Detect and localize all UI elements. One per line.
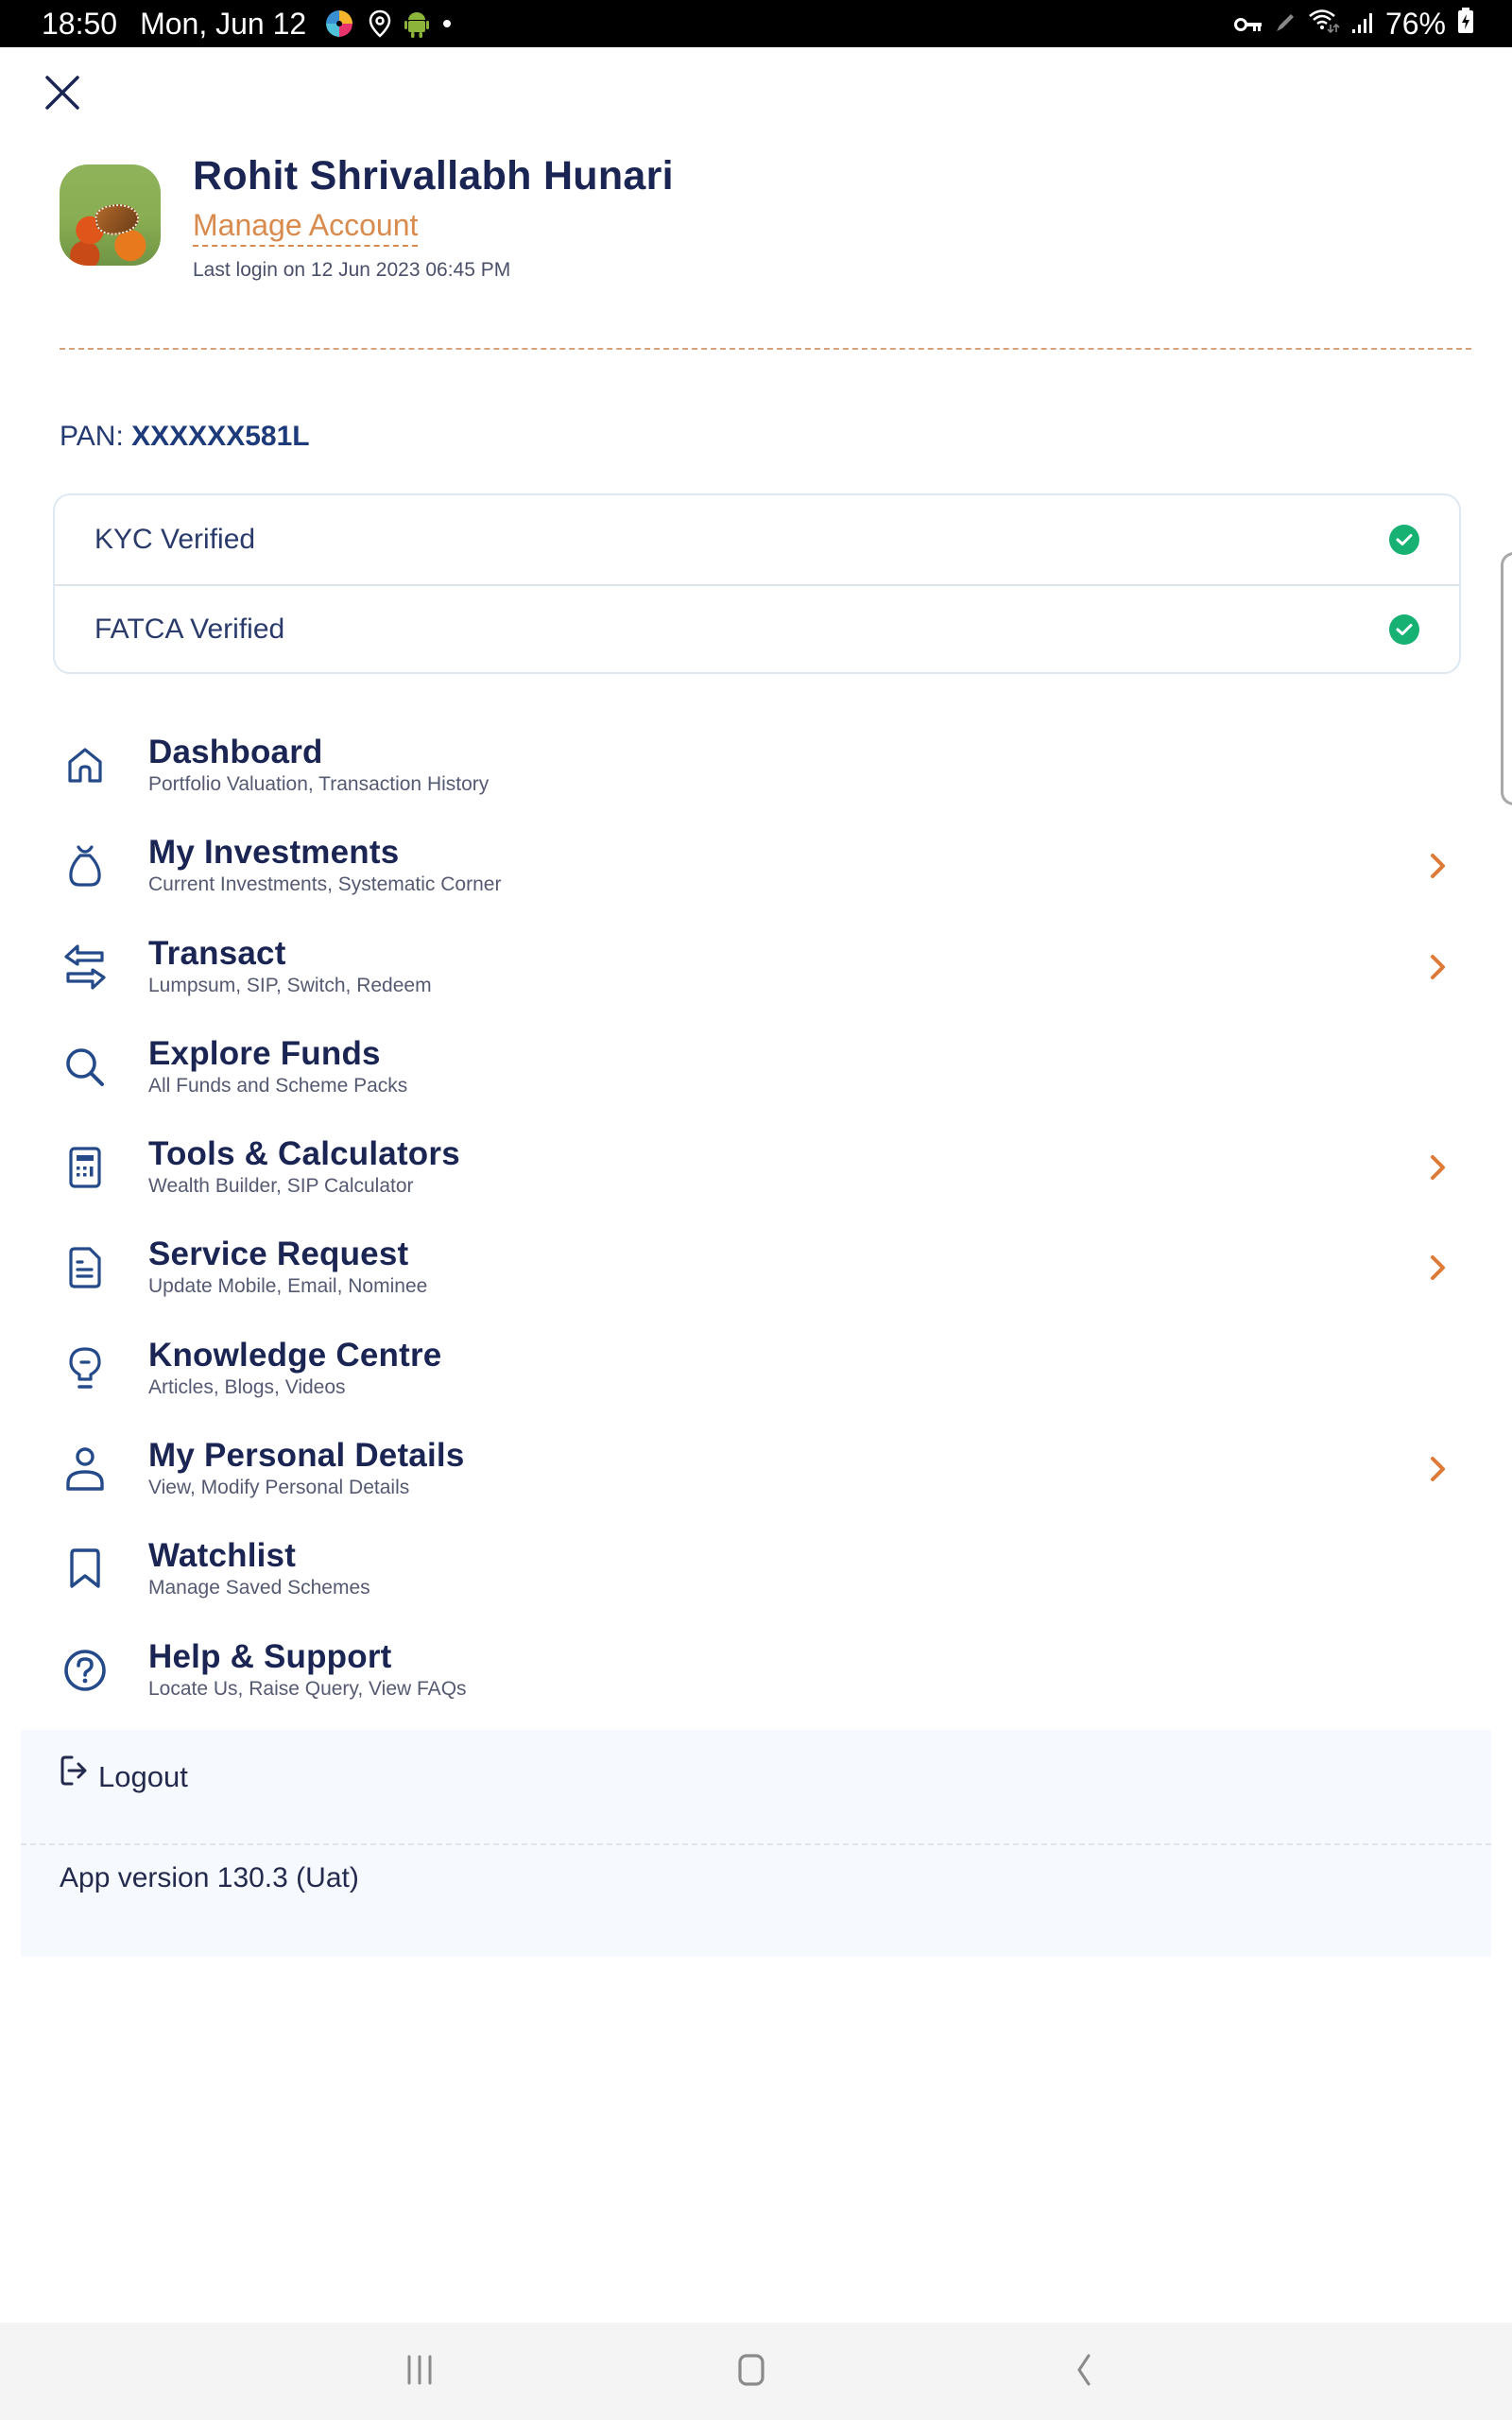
pan-value: XXXXXX581L <box>131 421 310 452</box>
avatar-butterfly-image <box>93 200 142 238</box>
menu-item-my-personal-details[interactable]: My Personal Details View, Modify Persona… <box>0 1431 1512 1531</box>
back-button[interactable] <box>1055 2342 1111 2398</box>
verification-label: FATCA Verified <box>94 614 285 645</box>
signal-icon <box>1351 7 1374 42</box>
recent-apps-button[interactable] <box>391 2342 448 2398</box>
menu-item-dashboard[interactable]: Dashboard Portfolio Valuation, Transacti… <box>0 728 1512 828</box>
menu-item-subtitle: Manage Saved Schemes <box>148 1577 370 1599</box>
menu-item-title: Service Request <box>148 1236 409 1273</box>
menu-item-subtitle: Update Mobile, Email, Nominee <box>148 1275 428 1298</box>
menu-item-tools-calculators[interactable]: Tools & Calculators Wealth Builder, SIP … <box>0 1130 1512 1230</box>
manage-account-link[interactable]: Manage Account <box>193 208 419 247</box>
menu-item-subtitle: Portfolio Valuation, Transaction History <box>148 773 490 795</box>
menu-item-my-investments[interactable]: My Investments Current Investments, Syst… <box>0 828 1512 928</box>
avatar <box>60 164 161 266</box>
location-pin-icon <box>369 9 391 38</box>
menu-item-explore-funds[interactable]: Explore Funds All Funds and Scheme Packs <box>0 1029 1512 1130</box>
pan-info: PAN: XXXXXX581L <box>60 421 310 453</box>
menu-item-title: Explore Funds <box>148 1034 381 1072</box>
lightbulb-icon <box>59 1342 112 1395</box>
drawer-footer: Logout App version 130.3 (Uat) <box>21 1730 1491 1957</box>
status-time: 18:50 <box>42 6 118 41</box>
menu-item-subtitle: All Funds and Scheme Packs <box>148 1074 408 1097</box>
app-version-text: App version 130.3 (Uat) <box>60 1862 359 1893</box>
home-icon <box>59 739 112 792</box>
logout-button[interactable]: Logout <box>59 1749 188 1794</box>
wifi-icon <box>1308 7 1340 42</box>
menu-item-transact[interactable]: Transact Lumpsum, SIP, Switch, Redeem <box>0 929 1512 1029</box>
status-bar: 18:50 Mon, Jun 12 76% <box>0 0 1512 47</box>
system-nav-bar <box>0 2323 1512 2420</box>
status-date: Mon, Jun 12 <box>140 6 307 41</box>
profile-divider <box>60 348 1471 350</box>
menu-item-knowledge-centre[interactable]: Knowledge Centre Articles, Blogs, Videos <box>0 1331 1512 1431</box>
battery-percentage: 76% <box>1384 6 1446 41</box>
menu-item-title: Help & Support <box>148 1637 392 1675</box>
money-bag-icon <box>59 839 112 892</box>
home-button-icon <box>738 2354 765 2386</box>
check-circle-icon <box>1389 525 1419 555</box>
document-icon <box>59 1241 112 1294</box>
calculator-icon <box>59 1141 112 1194</box>
menu-item-help-support[interactable]: Help & Support Locate Us, Raise Query, V… <box>0 1633 1512 1733</box>
search-icon <box>59 1041 112 1094</box>
bookmark-icon <box>59 1543 112 1596</box>
close-icon <box>45 76 79 110</box>
menu-item-subtitle: Current Investments, Systematic Corner <box>148 873 502 896</box>
chevron-right-icon <box>1431 1255 1445 1281</box>
fatca-verified-row: FATCA Verified <box>55 584 1459 673</box>
menu-item-service-request[interactable]: Service Request Update Mobile, Email, No… <box>0 1230 1512 1330</box>
home-button[interactable] <box>723 2342 780 2398</box>
kyc-verified-row: KYC Verified <box>55 495 1459 584</box>
menu-item-title: Transact <box>148 934 286 972</box>
vpn-key-icon <box>1233 7 1263 42</box>
chevron-right-icon <box>1431 854 1445 879</box>
app-logo-icon <box>323 8 355 40</box>
chevron-right-icon <box>1431 1155 1445 1181</box>
menu-item-title: Tools & Calculators <box>148 1135 460 1173</box>
menu-item-watchlist[interactable]: Watchlist Manage Saved Schemes <box>0 1531 1512 1632</box>
menu-item-subtitle: View, Modify Personal Details <box>148 1477 410 1499</box>
user-name: Rohit Shrivallabh Hunari <box>193 153 674 199</box>
menu-item-subtitle: Articles, Blogs, Videos <box>148 1375 346 1398</box>
status-left: 18:50 Mon, Jun 12 <box>42 0 465 47</box>
menu-item-title: Knowledge Centre <box>148 1336 442 1374</box>
drawer-menu: Dashboard Portfolio Valuation, Transacti… <box>0 728 1512 1733</box>
verification-label: KYC Verified <box>94 524 256 555</box>
logout-icon <box>60 1755 87 1786</box>
pen-icon <box>1274 7 1297 42</box>
chevron-right-icon <box>1431 1457 1445 1482</box>
menu-item-title: Watchlist <box>148 1537 297 1575</box>
status-right: 76% <box>1233 0 1474 47</box>
verification-card: KYC Verified FATCA Verified <box>53 493 1461 674</box>
user-icon <box>59 1443 112 1495</box>
transfer-arrows-icon <box>59 941 112 994</box>
menu-item-subtitle: Lumpsum, SIP, Switch, Redeem <box>148 974 432 996</box>
back-icon <box>1077 2354 1091 2386</box>
menu-item-title: Dashboard <box>148 734 323 770</box>
menu-item-subtitle: Wealth Builder, SIP Calculator <box>148 1175 414 1198</box>
help-circle-icon <box>59 1644 112 1697</box>
notification-dot-icon <box>442 19 452 28</box>
battery-charging-icon <box>1457 7 1474 42</box>
close-button[interactable] <box>42 72 83 113</box>
recent-apps-icon <box>407 2355 432 2385</box>
last-login-text: Last login on 12 Jun 2023 06:45 PM <box>193 259 511 281</box>
menu-item-title: My Investments <box>148 834 400 872</box>
check-circle-icon <box>1389 614 1419 645</box>
pan-label: PAN: <box>60 421 132 452</box>
footer-divider <box>21 1843 1491 1845</box>
android-debug-icon <box>404 9 430 38</box>
logout-label: Logout <box>98 1760 188 1793</box>
menu-item-title: My Personal Details <box>148 1437 465 1475</box>
chevron-right-icon <box>1431 954 1445 979</box>
menu-item-subtitle: Locate Us, Raise Query, View FAQs <box>148 1677 467 1700</box>
